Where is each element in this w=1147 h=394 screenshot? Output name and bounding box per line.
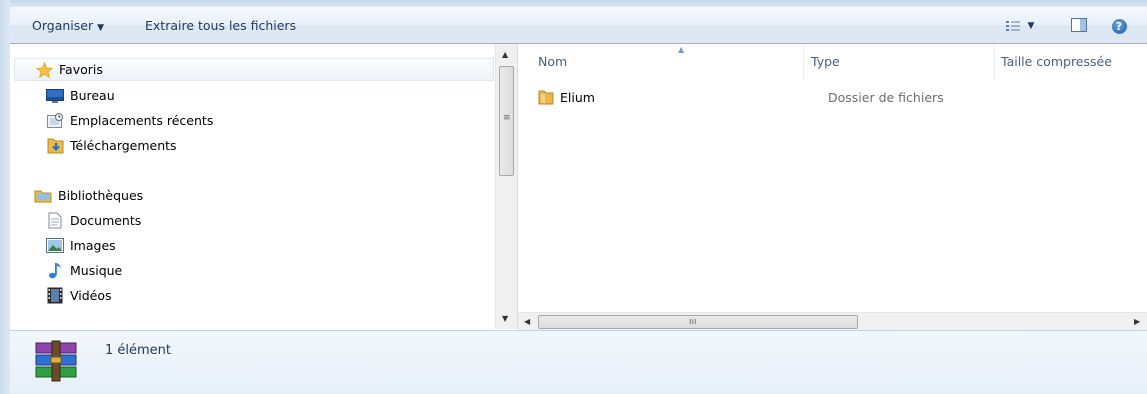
column-header-label: Type [811, 54, 840, 69]
nav-item-label: Favoris [59, 62, 103, 77]
file-name: Elium [560, 89, 595, 105]
scroll-left-arrow-icon[interactable]: ◀ [524, 317, 530, 326]
nav-item-label: Vidéos [70, 288, 112, 303]
organise-button[interactable]: Organiser ▼ [32, 16, 104, 36]
file-list: Nom ▲ Type Taille compressée Elium Dossi… [518, 44, 1147, 312]
sort-ascending-icon: ▲ [678, 45, 685, 54]
list-item[interactable]: Elium Dossier de fichiers [538, 86, 1138, 108]
nav-item-label: Emplacements récents [70, 113, 214, 128]
downloads-folder-icon [46, 137, 64, 155]
window-frame-top [0, 0, 1147, 7]
organise-label: Organiser [32, 18, 94, 33]
explorer-window: Organiser▼ Extraire tous les fichiers ▼ [0, 0, 1147, 394]
scrollbar-thumb[interactable]: ≡ [499, 66, 514, 176]
view-details-icon [1005, 20, 1020, 32]
extract-all-button[interactable]: Extraire tous les fichiers [145, 16, 296, 36]
nav-item-favorites[interactable]: Favoris [14, 58, 494, 81]
navigation-scrollbar[interactable]: ▲ ≡ ▼ [495, 44, 518, 329]
nav-item-libraries[interactable]: Bibliothèques [34, 184, 143, 207]
nav-item-recent-places[interactable]: Emplacements récents [46, 109, 213, 132]
change-view-button[interactable]: ▼ [1000, 16, 1040, 36]
content-horizontal-scrollbar[interactable]: ◀ ııı ▶ [518, 312, 1147, 331]
grip-icon: ≡ [503, 113, 511, 123]
nav-item-videos[interactable]: Vidéos [46, 284, 112, 307]
scroll-up-arrow-icon[interactable]: ▲ [502, 50, 508, 59]
column-header-compressed-size[interactable]: Taille compressée [995, 44, 1147, 80]
nav-item-label: Musique [70, 263, 123, 278]
nav-item-label: Bureau [70, 88, 115, 103]
folder-icon [538, 88, 556, 106]
nav-item-label: Bibliothèques [58, 188, 144, 203]
scroll-down-arrow-icon[interactable]: ▼ [502, 314, 508, 323]
nav-item-pictures[interactable]: Images [46, 234, 116, 257]
nav-item-label: Documents [70, 213, 142, 228]
documents-icon [46, 212, 64, 230]
chevron-down-icon: ▼ [97, 23, 105, 33]
nav-item-label: Images [70, 238, 116, 253]
command-bar: Organiser▼ Extraire tous les fichiers ▼ [10, 7, 1147, 44]
videos-icon [46, 287, 64, 305]
winrar-archive-icon [34, 339, 80, 388]
preview-pane-icon [1071, 17, 1087, 35]
grip-icon: ııı [689, 317, 697, 327]
nav-item-downloads[interactable]: Téléchargements [46, 134, 177, 157]
scrollbar-thumb[interactable]: ııı [538, 315, 858, 329]
nav-item-label: Téléchargements [70, 138, 177, 153]
nav-item-music[interactable]: Musique [46, 259, 122, 282]
window-frame-left [0, 0, 10, 394]
recent-places-icon [46, 112, 64, 130]
scroll-right-arrow-icon[interactable]: ▶ [1134, 317, 1140, 326]
column-header-name[interactable]: Nom ▲ [532, 44, 804, 80]
column-header-type[interactable]: Type [805, 44, 995, 80]
libraries-icon [34, 187, 52, 205]
nav-item-documents[interactable]: Documents [46, 209, 141, 232]
extract-all-label: Extraire tous les fichiers [145, 18, 297, 33]
music-icon [46, 262, 64, 280]
desktop-icon [46, 87, 64, 105]
file-type: Dossier de fichiers [828, 89, 944, 105]
chevron-down-icon: ▼ [1027, 21, 1035, 31]
details-pane: 1 élément [10, 330, 1147, 394]
nav-item-desktop[interactable]: Bureau [46, 84, 115, 107]
item-count: 1 élément [105, 343, 172, 358]
pictures-icon [46, 237, 64, 255]
help-icon: ? [1111, 18, 1127, 34]
star-icon [35, 61, 53, 79]
preview-pane-button[interactable] [1068, 16, 1090, 36]
column-header-label: Taille compressée [1001, 54, 1112, 69]
navigation-pane: Favoris Bureau Emplacements récents Télé… [10, 44, 495, 329]
help-button[interactable]: ? [1108, 16, 1130, 36]
column-header-label: Nom [538, 54, 568, 69]
